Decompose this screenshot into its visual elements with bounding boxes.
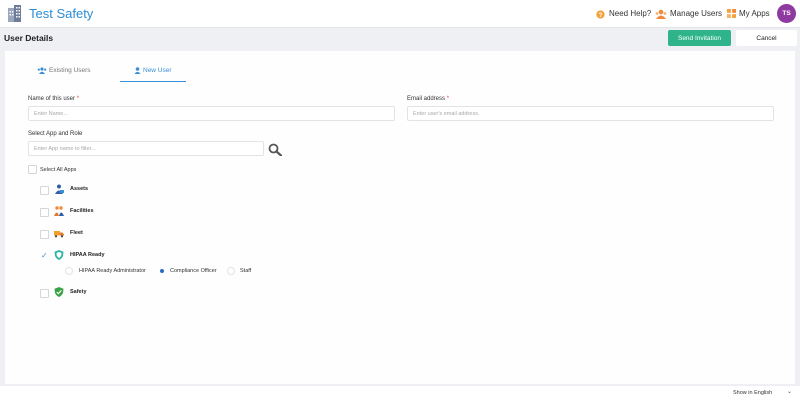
app-name-fleet: Fleet [70, 230, 83, 236]
role-radio-staff[interactable] [227, 267, 235, 275]
email-label-text: Email address [407, 96, 446, 102]
facilities-checkbox[interactable] [40, 208, 49, 217]
app-name-assets: Assets [70, 186, 89, 192]
need-help-link[interactable]: Need Help? [609, 9, 651, 19]
user-details-panel [5, 51, 795, 384]
select-all-checkbox[interactable] [28, 165, 37, 174]
role-label-staff: Staff [240, 268, 252, 274]
select-all-label: Select All Apps [40, 167, 77, 173]
app-name-hipaa-ready: HIPAA Ready [70, 252, 105, 258]
role-label-compliance-officer: Compliance Officer [170, 268, 217, 274]
facilities-icon [54, 206, 64, 216]
safety-shield-icon [54, 287, 64, 297]
chevron-down-icon[interactable]: ⌄ [787, 389, 792, 396]
hipaa-ready-checkbox[interactable]: ✓ [41, 251, 48, 260]
manage-users-icon[interactable] [655, 9, 667, 19]
avatar[interactable]: TS [777, 4, 796, 23]
email-label: Email address * [407, 95, 449, 103]
assets-checkbox[interactable] [40, 186, 49, 195]
assets-icon [55, 184, 64, 194]
help-circle-icon[interactable]: ? [596, 10, 605, 19]
my-apps-link[interactable]: My Apps [739, 9, 770, 19]
cancel-button[interactable]: Cancel [736, 30, 797, 46]
send-invitation-button[interactable]: Send Invitation [668, 30, 731, 46]
role-label-hipaa-administrator: HIPAA Ready Administrator [79, 268, 146, 274]
manage-users-link[interactable]: Manage Users [670, 9, 722, 19]
users-group-icon [37, 67, 47, 74]
role-radio-compliance-officer[interactable] [158, 267, 166, 275]
apps-grid-icon[interactable] [727, 9, 736, 18]
app-role-label: Select App and Role [28, 131, 83, 137]
app-filter-input[interactable] [28, 141, 264, 156]
safety-checkbox[interactable] [40, 289, 49, 298]
role-radio-hipaa-administrator[interactable] [65, 267, 73, 275]
hipaa-shield-icon [54, 250, 64, 260]
fleet-checkbox[interactable] [40, 230, 49, 239]
page-title: User Details [4, 33, 54, 43]
name-label: Name of this user * [28, 95, 79, 103]
svg-text:?: ? [599, 12, 603, 19]
building-logo-icon [8, 5, 21, 22]
tab-existing-users[interactable]: Existing Users [49, 67, 91, 75]
required-mark: * [76, 96, 80, 102]
app-name-facilities: Facilities [70, 208, 94, 214]
active-tab-indicator [120, 81, 186, 82]
email-input[interactable] [407, 106, 774, 121]
app-title[interactable]: Test Safety [29, 6, 93, 21]
fleet-truck-icon [54, 231, 64, 238]
footer [0, 386, 800, 400]
app-name-safety: Safety [70, 289, 87, 295]
search-icon[interactable] [268, 143, 282, 156]
user-icon [134, 67, 141, 74]
name-input[interactable] [28, 106, 395, 121]
required-mark: * [446, 96, 450, 102]
name-label-text: Name of this user [28, 96, 76, 102]
tab-new-user[interactable]: New User [143, 67, 172, 75]
language-selector[interactable]: Show in English [733, 390, 772, 397]
